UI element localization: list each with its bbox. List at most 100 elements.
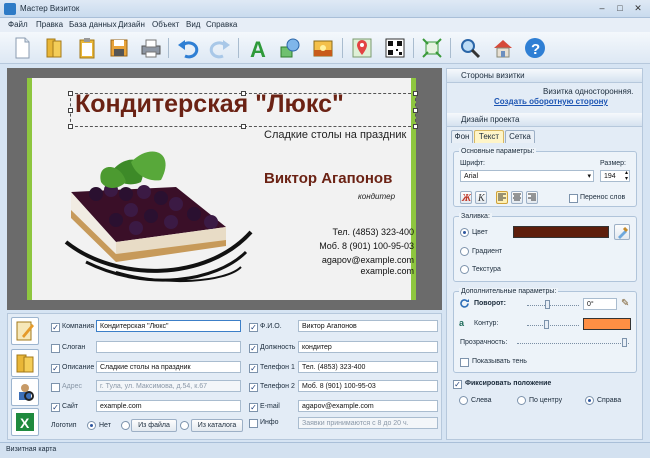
- company-input[interactable]: Кондитерская "Люкс": [96, 320, 241, 332]
- contacts-button[interactable]: [11, 349, 39, 377]
- fio-input[interactable]: Виктор Агапонов: [298, 320, 438, 332]
- email-input[interactable]: agapov@example.com: [298, 400, 438, 412]
- text-tool-icon[interactable]: A: [246, 36, 270, 62]
- card-name[interactable]: Виктор Агапонов: [264, 170, 392, 187]
- fill-color-radio[interactable]: [460, 228, 469, 237]
- align-left-button[interactable]: [496, 191, 508, 204]
- tab-text[interactable]: Текст: [474, 130, 504, 143]
- create-back-side-link[interactable]: Создать оборотную сторону: [494, 97, 608, 106]
- description-checkbox[interactable]: ✓: [51, 364, 60, 373]
- font-select[interactable]: Arial ▾: [460, 170, 594, 182]
- position-center-radio[interactable]: [517, 396, 526, 405]
- phone1-input[interactable]: Тел. (4853) 323-400: [298, 361, 438, 373]
- fix-position-checkbox[interactable]: ✓: [453, 380, 462, 389]
- design-header[interactable]: Дизайн проекта: [447, 113, 642, 127]
- menu-view[interactable]: Вид: [186, 20, 200, 29]
- shapes-tool-icon[interactable]: [278, 36, 302, 60]
- word-wrap-checkbox[interactable]: [569, 194, 578, 203]
- logo-file-button[interactable]: Из файла: [131, 419, 177, 432]
- logo-catalog-button[interactable]: Из каталога: [191, 419, 243, 432]
- card-phone2[interactable]: Моб. 8 (901) 100-95-03: [234, 241, 414, 251]
- card-position[interactable]: кондитер: [358, 192, 395, 201]
- align-center-button[interactable]: [511, 191, 523, 204]
- edit-fields-button[interactable]: [11, 317, 39, 345]
- fill-texture-radio[interactable]: [460, 265, 469, 274]
- card-email[interactable]: agapov@example.com: [234, 255, 414, 265]
- site-input[interactable]: example.com: [96, 400, 241, 412]
- site-checkbox[interactable]: ✓: [51, 403, 60, 412]
- fill-gradient-radio[interactable]: [460, 247, 469, 256]
- align-right-button[interactable]: [526, 191, 538, 204]
- slogan-input[interactable]: [96, 341, 241, 353]
- card-phone1[interactable]: Тел. (4853) 323-400: [234, 227, 415, 237]
- open-folder-icon[interactable]: [42, 36, 66, 60]
- fio-checkbox[interactable]: ✓: [249, 323, 258, 332]
- logo-none-radio[interactable]: [87, 421, 96, 430]
- redo-icon[interactable]: [208, 36, 232, 60]
- italic-button[interactable]: К: [475, 191, 487, 204]
- excel-import-button[interactable]: X: [11, 408, 39, 436]
- save-icon[interactable]: [107, 36, 131, 60]
- outline-color-swatch[interactable]: [583, 318, 631, 330]
- opacity-slider-thumb[interactable]: [622, 338, 627, 347]
- rotate-slider-thumb[interactable]: [545, 300, 550, 309]
- company-checkbox[interactable]: ✓: [51, 323, 60, 332]
- map-icon[interactable]: [350, 36, 374, 60]
- logo-file-radio[interactable]: [121, 421, 130, 430]
- menu-database[interactable]: База данных: [69, 20, 117, 29]
- tab-background[interactable]: Фон: [451, 130, 473, 143]
- opacity-slider[interactable]: [517, 343, 629, 345]
- size-stepper[interactable]: 194 ▴ ▾: [600, 170, 630, 182]
- clipboard-icon[interactable]: [75, 36, 99, 60]
- italic-bold-button[interactable]: Ж: [460, 191, 472, 204]
- eyedropper-icon[interactable]: [614, 224, 630, 240]
- brush-icon[interactable]: ✎: [621, 298, 629, 309]
- minimize-button[interactable]: –: [594, 2, 610, 15]
- info-input[interactable]: Заявки принимаются с 8 до 20 ч.: [298, 417, 438, 429]
- email-checkbox[interactable]: ✓: [249, 403, 258, 412]
- shadow-checkbox[interactable]: [460, 358, 469, 367]
- rotate-input[interactable]: 0°: [583, 298, 617, 310]
- close-button[interactable]: ✕: [630, 2, 646, 15]
- position-left-radio[interactable]: [459, 396, 468, 405]
- logo-catalog-radio[interactable]: [180, 421, 189, 430]
- position-input[interactable]: кондитер: [298, 341, 438, 353]
- card-site[interactable]: example.com: [234, 266, 414, 276]
- new-file-icon[interactable]: [10, 36, 34, 60]
- business-card[interactable]: Кондитерская "Люкс" Сладкие столы на пра…: [27, 78, 418, 300]
- phone1-checkbox[interactable]: ✓: [249, 364, 258, 373]
- position-checkbox[interactable]: ✓: [249, 344, 258, 353]
- image-tool-icon[interactable]: [311, 36, 335, 60]
- fit-icon[interactable]: [420, 36, 444, 60]
- tab-grid[interactable]: Сетка: [505, 130, 535, 143]
- address-checkbox[interactable]: [51, 383, 60, 392]
- info-checkbox[interactable]: [249, 419, 258, 428]
- slogan-checkbox[interactable]: [51, 344, 60, 353]
- zoom-icon[interactable]: [458, 36, 482, 60]
- menu-help[interactable]: Справка: [206, 20, 237, 29]
- home-icon[interactable]: [491, 36, 515, 60]
- menu-edit[interactable]: Правка: [36, 20, 63, 29]
- card-company[interactable]: Кондитерская "Люкс": [75, 90, 344, 119]
- position-right-radio[interactable]: [585, 396, 594, 405]
- card-slogan[interactable]: Сладкие столы на праздник: [264, 129, 406, 141]
- undo-icon[interactable]: [176, 36, 200, 60]
- print-icon[interactable]: [139, 36, 163, 60]
- help-icon[interactable]: ?: [523, 36, 547, 60]
- fill-color-swatch[interactable]: [513, 226, 609, 238]
- address-input[interactable]: г. Тула, ул. Максимова, д.54, к.67: [96, 380, 241, 392]
- rotate-slider[interactable]: [527, 305, 579, 307]
- menu-file[interactable]: Файл: [8, 20, 28, 29]
- cake-image[interactable]: [56, 132, 256, 292]
- outline-slider-thumb[interactable]: [544, 320, 549, 329]
- qr-code-icon[interactable]: [383, 36, 407, 60]
- phone2-checkbox[interactable]: ✓: [249, 383, 258, 392]
- menu-design[interactable]: Дизайн: [118, 20, 145, 29]
- maximize-button[interactable]: □: [612, 2, 628, 15]
- sides-header[interactable]: Стороны визитки: [447, 69, 642, 83]
- menu-object[interactable]: Объект: [152, 20, 179, 29]
- search-database-button[interactable]: [11, 378, 39, 406]
- outline-slider[interactable]: [527, 325, 579, 327]
- phone2-input[interactable]: Моб. 8 (901) 100-95-03: [298, 380, 438, 392]
- description-input[interactable]: Сладкие столы на праздник: [96, 361, 241, 373]
